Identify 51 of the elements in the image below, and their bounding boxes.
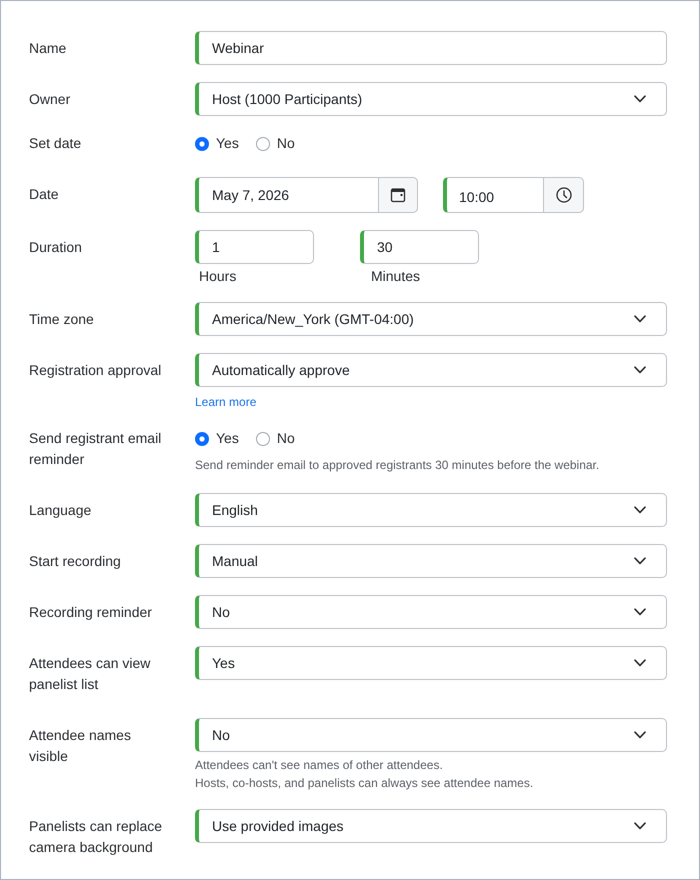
select-field[interactable]: America/New_York (GMT-04:00) [195, 302, 667, 336]
chevron-down-icon [634, 608, 646, 616]
calendar-button[interactable] [378, 177, 418, 213]
date-field[interactable]: May 7, 2026 [195, 177, 378, 213]
chevron-down-icon [634, 95, 646, 103]
help-text: Attendees can't see names of other attendees. [195, 757, 443, 774]
chevron-down-icon [634, 731, 646, 739]
chevron-down-icon [634, 506, 646, 514]
number-field[interactable]: 30 [360, 230, 479, 264]
field-caption: Minutes [370, 267, 420, 285]
select-field[interactable]: Automatically approve [195, 353, 667, 387]
field-label: Attendees can view panelist list [29, 654, 152, 694]
number-field[interactable]: 1 [195, 230, 314, 264]
chevron-down-icon [634, 366, 646, 374]
chevron-down-icon [634, 557, 646, 565]
select-field[interactable]: Yes [195, 646, 667, 680]
field-label: Time zone [29, 310, 95, 329]
time-field[interactable]: 10:00 [443, 177, 543, 213]
field-label: Panelists can replace camera background [29, 817, 164, 857]
select-field[interactable]: English [195, 493, 667, 527]
help-text: Hosts, co-hosts, and panelists can always see attendee names. [195, 775, 534, 792]
help-text: Send reminder email to approved registrants 30 minutes before the webinar. [195, 457, 600, 474]
radio-option[interactable]: Yes [195, 133, 239, 154]
clock-icon [556, 187, 572, 203]
radio-option[interactable]: No [256, 428, 295, 449]
field-label: Start recording [29, 552, 122, 571]
select-field[interactable]: No [195, 718, 667, 752]
select-field[interactable]: No [195, 595, 667, 629]
select-field[interactable]: Manual [195, 544, 667, 578]
chevron-down-icon [634, 822, 646, 830]
select-field[interactable]: Host (1000 Participants) [195, 82, 667, 116]
select-field[interactable]: Use provided images [195, 809, 667, 843]
field-label: Name [29, 39, 68, 58]
field-label: Recording reminder [29, 603, 153, 622]
field-caption: Hours [198, 267, 236, 285]
field-label: Send registrant email reminder [29, 429, 162, 469]
learn-more-link[interactable]: Learn more [195, 393, 256, 411]
chevron-down-icon [634, 659, 646, 667]
field-label: Owner [29, 90, 72, 109]
chevron-down-icon [634, 315, 646, 323]
field-label: Date [29, 185, 60, 204]
clock-button[interactable] [543, 177, 584, 213]
radio-option[interactable]: No [256, 133, 295, 154]
field-label: Attendee names visible [29, 726, 132, 766]
text-field[interactable]: Webinar [195, 31, 667, 65]
field-label: Set date [29, 134, 82, 153]
radio-option[interactable]: Yes [195, 428, 239, 449]
field-label: Registration approval [29, 361, 162, 380]
calendar-icon [390, 187, 406, 203]
field-label: Language [29, 501, 92, 520]
field-label: Duration [29, 238, 83, 257]
